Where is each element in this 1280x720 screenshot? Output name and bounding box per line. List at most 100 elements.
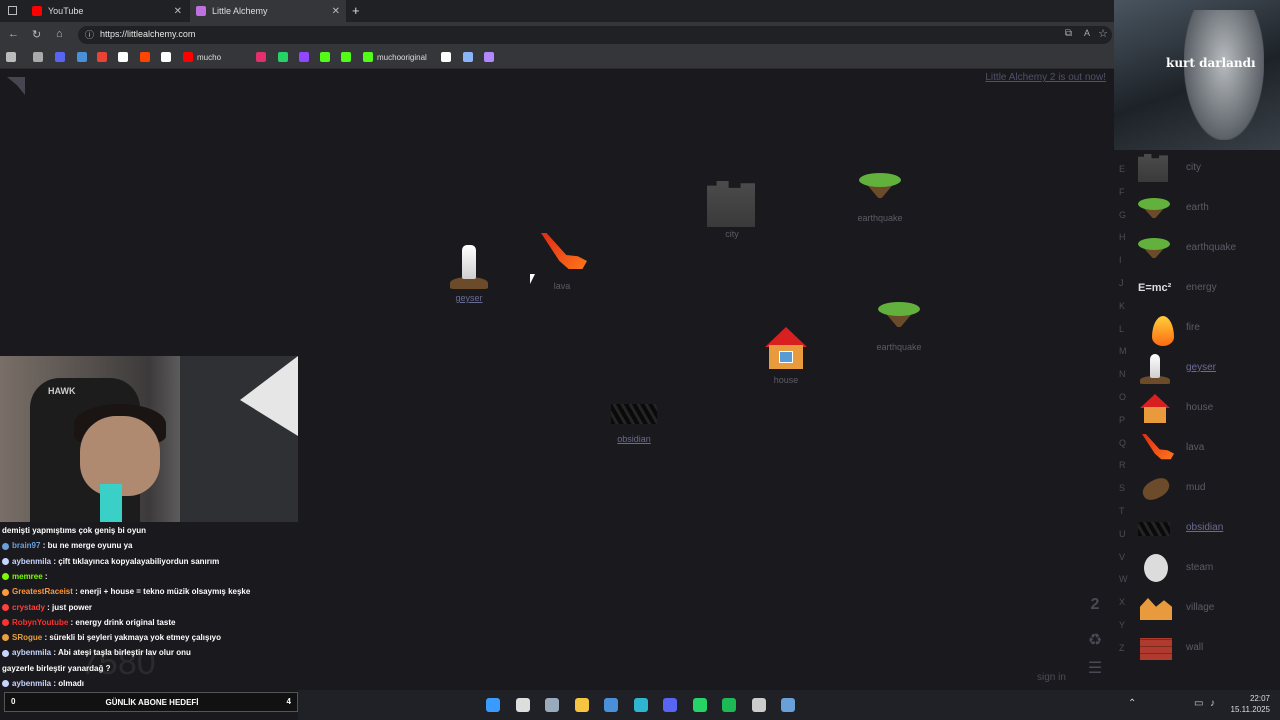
library-item-fire[interactable]: fire — [1136, 312, 1276, 348]
whatsapp-icon[interactable] — [692, 698, 707, 712]
promo-link[interactable]: Little Alchemy 2 is out now! — [985, 72, 1106, 83]
letter-i[interactable]: I — [1119, 255, 1122, 265]
edge-icon[interactable] — [633, 698, 648, 712]
library-item-geyser[interactable]: geyser — [1136, 352, 1276, 388]
workspace-element-geyser[interactable]: geyser — [434, 245, 504, 303]
bookmark-9[interactable] — [256, 52, 270, 62]
sign-in-link[interactable]: sign in — [1037, 672, 1066, 683]
library-item-house[interactable]: house — [1136, 392, 1276, 428]
letter-q[interactable]: Q — [1119, 438, 1126, 448]
workspace-element-lava[interactable]: lava — [527, 233, 597, 291]
library-item-earth[interactable]: earth — [1136, 192, 1276, 228]
spotify-icon[interactable] — [722, 698, 736, 712]
volume-icon[interactable]: ♪ — [1210, 698, 1215, 709]
library-item-village[interactable]: village — [1136, 592, 1276, 628]
chat-message: RobynYoutube : energy drink original tas… — [2, 618, 175, 627]
workspace-element-earthquake-2[interactable]: earthquake — [864, 294, 934, 352]
library-item-city[interactable]: city — [1136, 152, 1276, 188]
chat-badge-icon — [2, 542, 9, 550]
letter-z[interactable]: Z — [1119, 643, 1125, 653]
bookmark-2[interactable] — [55, 52, 69, 62]
network-icon[interactable]: ▭ — [1194, 698, 1203, 709]
library-item-mud[interactable]: mud — [1136, 472, 1276, 508]
tray-chevron-icon[interactable]: ⌃ — [1128, 698, 1136, 709]
bookmark-13[interactable] — [341, 52, 355, 62]
letter-m[interactable]: M — [1119, 346, 1127, 356]
bookmark-4[interactable] — [97, 52, 111, 62]
letter-l[interactable]: L — [1119, 324, 1124, 334]
library-item-earthquake[interactable]: earthquake — [1136, 232, 1276, 268]
bookmarks-bar: mucho muchooriginal — [0, 48, 1114, 69]
tab-youtube[interactable]: YouTube ✕ — [26, 0, 188, 22]
tab-little-alchemy[interactable]: Little Alchemy ✕ — [190, 0, 346, 22]
workspace-element-city[interactable]: city — [697, 181, 767, 239]
obs-icon[interactable] — [751, 698, 766, 712]
letter-k[interactable]: K — [1119, 301, 1125, 311]
bookmark-0[interactable] — [6, 52, 20, 62]
letter-v[interactable]: V — [1119, 552, 1125, 562]
tab-menu-icon[interactable] — [8, 6, 17, 15]
bookmark-14[interactable]: muchooriginal — [363, 52, 427, 62]
bookmark-6[interactable] — [140, 52, 154, 62]
menu-icon[interactable]: ☰ — [1084, 658, 1106, 680]
clock-date: 15.11.2025 — [1230, 705, 1270, 714]
library-item-lava[interactable]: lava — [1136, 432, 1276, 468]
windows-start-icon[interactable] — [486, 698, 500, 712]
bookmark-5[interactable] — [118, 52, 132, 62]
little-alchemy-2-icon[interactable]: 2 — [1084, 596, 1106, 618]
read-aloud-icon[interactable]: A — [1084, 28, 1090, 38]
bookmark-16[interactable] — [463, 52, 477, 62]
little-alchemy-logo[interactable] — [7, 77, 25, 95]
library-item-steam[interactable]: steam — [1136, 552, 1276, 588]
steam-icon[interactable] — [545, 698, 559, 712]
letter-o[interactable]: O — [1119, 392, 1126, 402]
letter-x[interactable]: X — [1119, 597, 1125, 607]
url-field[interactable]: ⓘ https://littlealchemy.com ⧉ A ☆ — [78, 26, 1112, 44]
bookmark-10[interactable] — [278, 52, 292, 62]
new-tab-button[interactable]: + — [352, 3, 360, 18]
letter-h[interactable]: H — [1119, 232, 1126, 242]
close-tab-icon[interactable]: ✕ — [174, 6, 182, 17]
recycle-icon[interactable]: ♻ — [1084, 630, 1106, 652]
library-item-wall[interactable]: wall — [1136, 632, 1276, 668]
bookmark-8[interactable]: mucho — [183, 52, 221, 62]
close-tab-icon[interactable]: ✕ — [332, 6, 340, 17]
letter-t[interactable]: T — [1119, 506, 1125, 516]
back-icon[interactable]: ← — [8, 28, 19, 40]
bookmark-1[interactable] — [33, 52, 47, 62]
letter-n[interactable]: N — [1119, 369, 1126, 379]
letter-w[interactable]: W — [1119, 574, 1128, 584]
search-icon[interactable] — [515, 698, 530, 712]
library-item-obsidian[interactable]: obsidian — [1136, 512, 1276, 548]
element-library[interactable]: E F G H I J K L M N O P Q R S T U V W X Y Z city earth earthqua… — [1114, 150, 1280, 690]
split-view-icon[interactable]: ⧉ — [1065, 28, 1072, 39]
site-info-icon[interactable]: ⓘ — [85, 28, 94, 41]
bookmark-17[interactable] — [484, 52, 498, 62]
letter-p[interactable]: P — [1119, 415, 1125, 425]
letter-j[interactable]: J — [1119, 278, 1124, 288]
bookmark-11[interactable] — [299, 52, 313, 62]
store-icon[interactable] — [604, 698, 618, 712]
bookmark-7[interactable] — [161, 52, 175, 62]
app-icon[interactable] — [781, 698, 795, 712]
discord-icon[interactable] — [663, 698, 677, 712]
workspace-element-house[interactable]: house — [751, 327, 821, 385]
favorite-star-icon[interactable]: ☆ — [1098, 27, 1108, 40]
library-item-energy[interactable]: E=mc² energy — [1136, 272, 1276, 308]
letter-g[interactable]: G — [1119, 210, 1126, 220]
workspace-element-obsidian[interactable]: obsidian — [599, 386, 669, 444]
reload-icon[interactable]: ↻ — [32, 28, 41, 41]
file-explorer-icon[interactable] — [574, 698, 589, 712]
letter-r[interactable]: R — [1119, 460, 1126, 470]
letter-e[interactable]: E — [1119, 164, 1125, 174]
letter-s[interactable]: S — [1119, 483, 1125, 493]
letter-f[interactable]: F — [1119, 187, 1125, 197]
letter-y[interactable]: Y — [1119, 620, 1125, 630]
bookmark-3[interactable] — [77, 52, 91, 62]
bookmark-15[interactable] — [441, 52, 455, 62]
home-icon[interactable]: ⌂ — [56, 28, 63, 40]
letter-u[interactable]: U — [1119, 529, 1126, 539]
workspace-element-earthquake[interactable]: earthquake — [845, 165, 915, 223]
bookmark-12[interactable] — [320, 52, 334, 62]
system-clock[interactable]: 22:07 15.11.2025 — [1231, 693, 1270, 715]
